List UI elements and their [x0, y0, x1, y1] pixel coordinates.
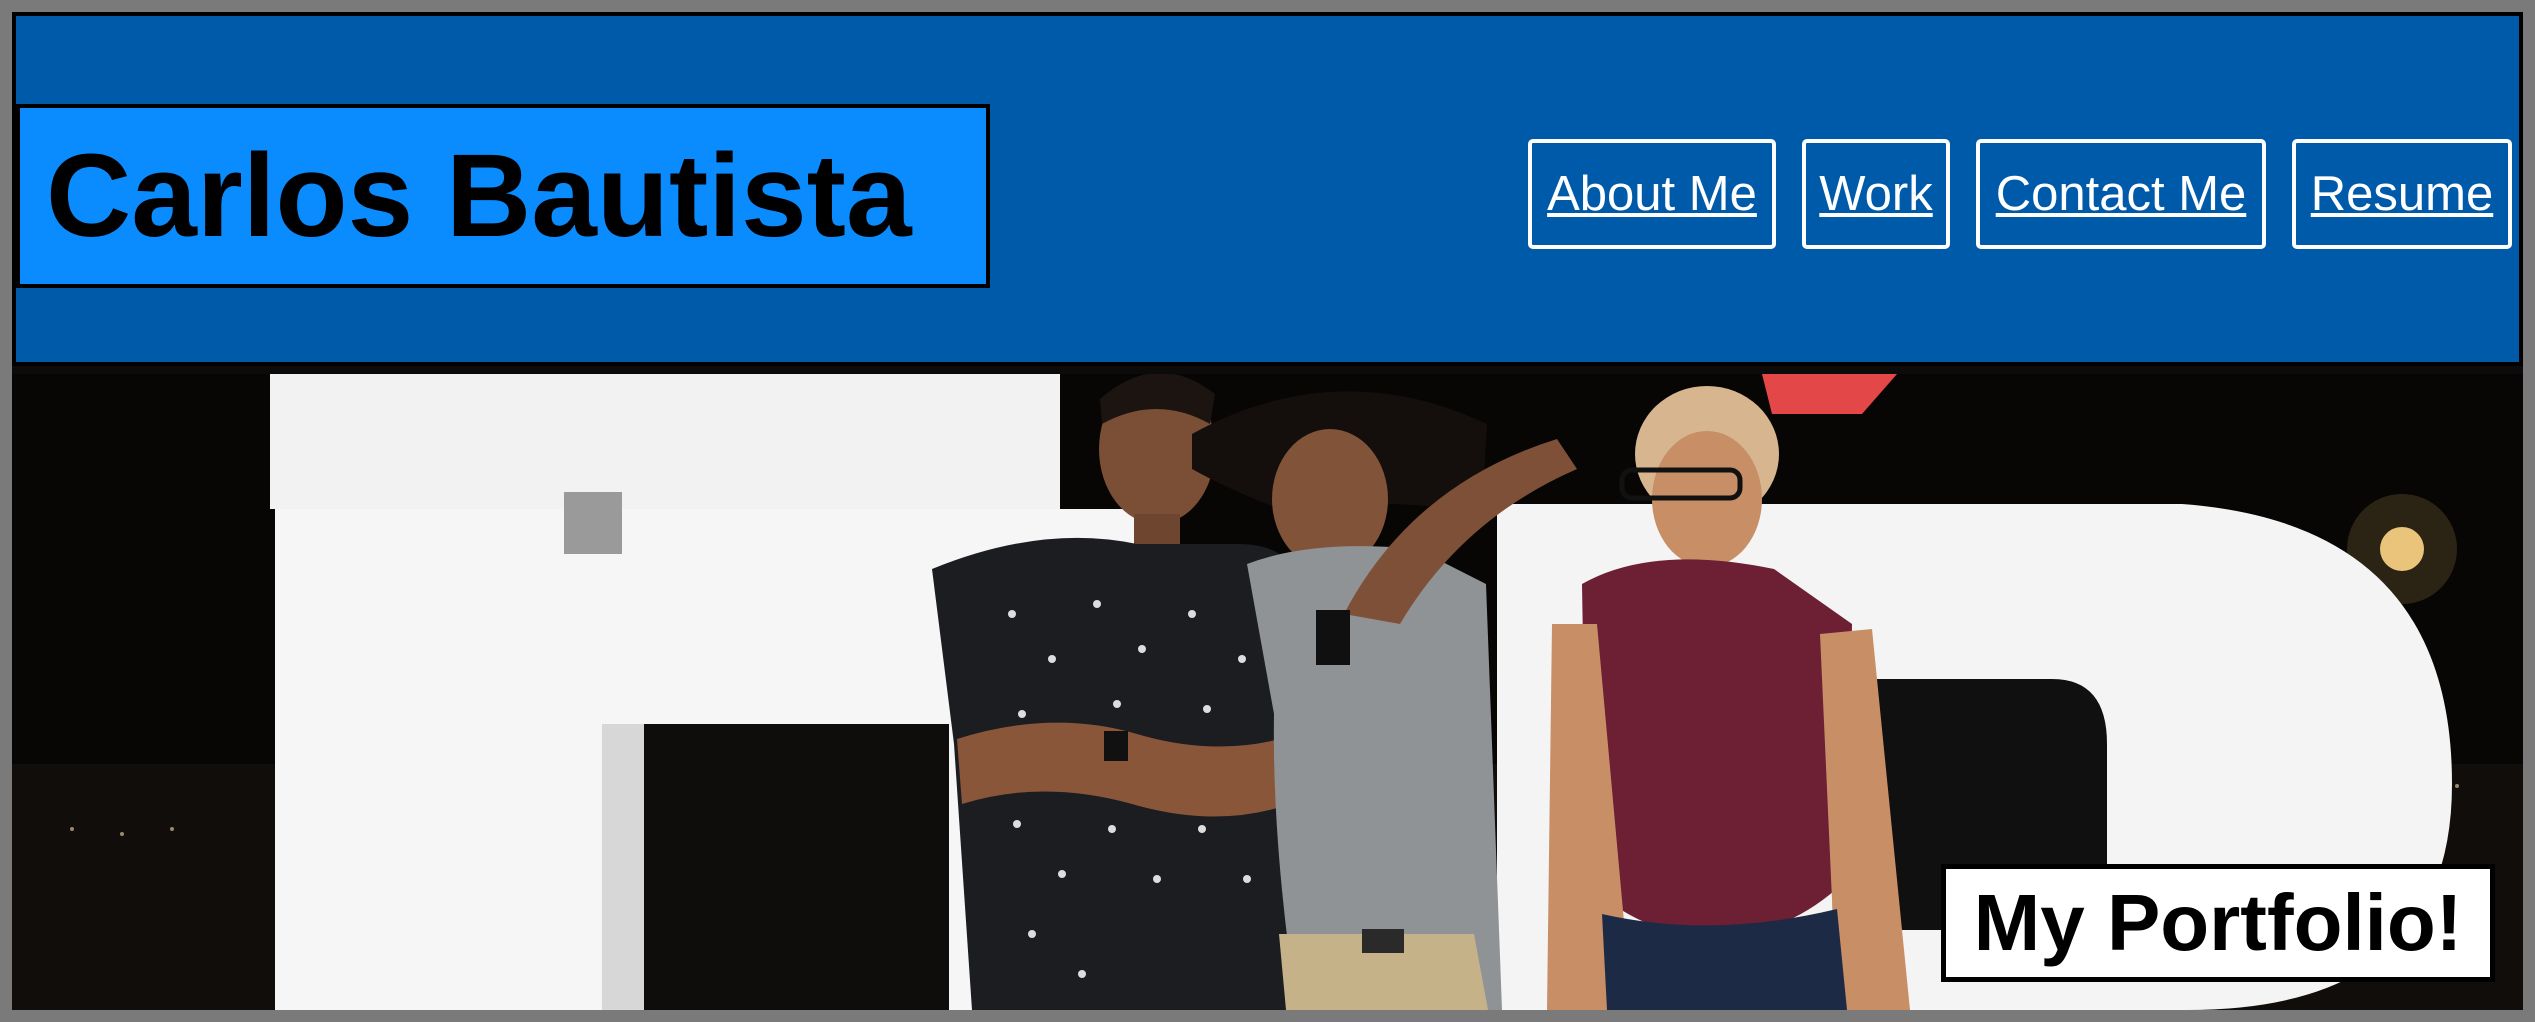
- site-title: Carlos Bautista: [46, 130, 912, 262]
- nav-work-link[interactable]: Work: [1802, 139, 1950, 249]
- portfolio-badge: My Portfolio!: [1941, 864, 2495, 982]
- page-frame: Carlos Bautista About Me Work Contact Me…: [0, 0, 2535, 1022]
- site-header: Carlos Bautista About Me Work Contact Me…: [12, 12, 2523, 366]
- nav-contact-me-link[interactable]: Contact Me: [1976, 139, 2266, 249]
- brand-box: Carlos Bautista: [16, 104, 990, 288]
- main-nav: About Me Work Contact Me Resume: [1528, 139, 2512, 249]
- hero-section: My Portfolio!: [12, 374, 2523, 1010]
- nav-resume-link[interactable]: Resume: [2292, 139, 2512, 249]
- nav-about-me-link[interactable]: About Me: [1528, 139, 1776, 249]
